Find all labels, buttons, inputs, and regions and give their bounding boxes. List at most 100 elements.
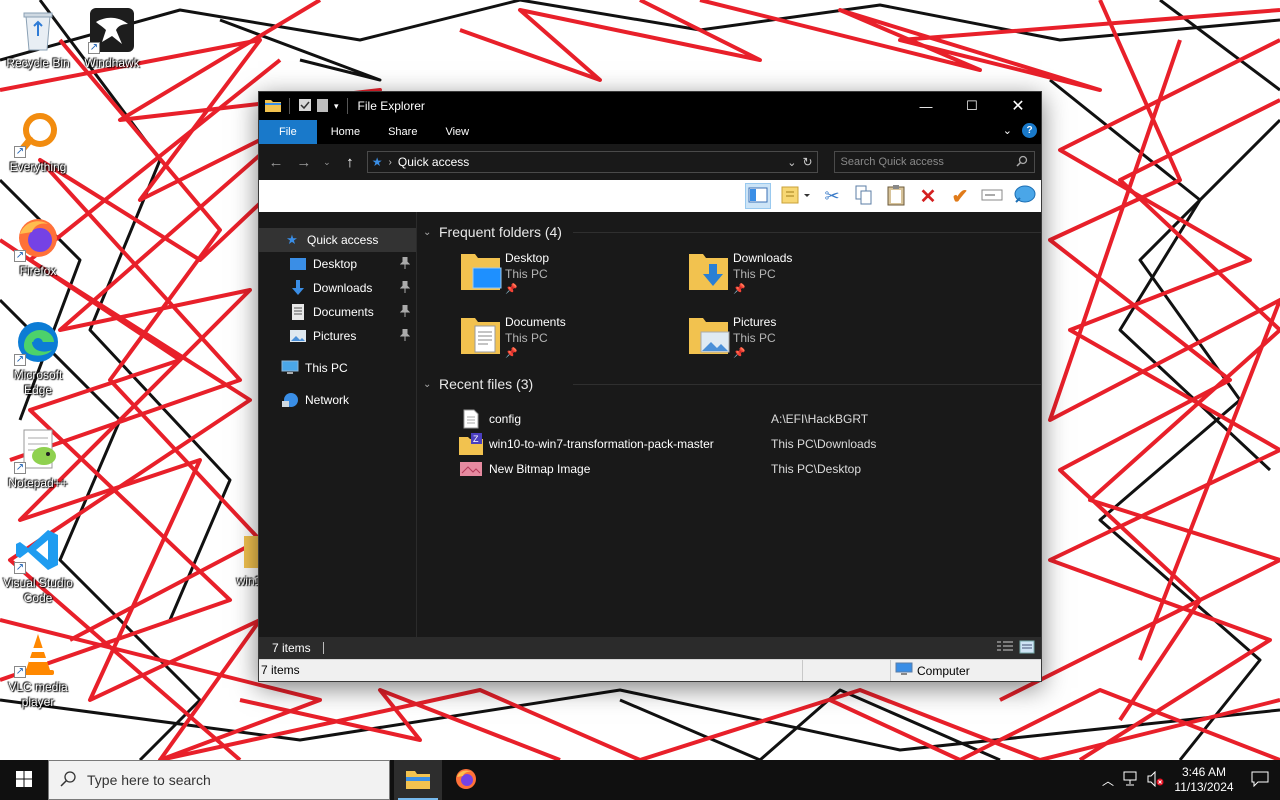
copy-button[interactable] (851, 183, 877, 209)
pin-icon: 📌 (733, 284, 746, 295)
desktop-icon-label: Recycle Bin (6, 56, 70, 70)
navigation-pane-toggle-button[interactable] (745, 183, 771, 209)
divider (573, 232, 1041, 233)
tab-file[interactable]: File (259, 120, 317, 144)
nav-item-pictures[interactable]: Pictures (259, 324, 416, 348)
folder-tile-desktop[interactable]: Desktop This PC 📌 (459, 250, 687, 300)
desktop-icon-vlc[interactable]: ↗ VLC media player (0, 630, 76, 710)
desktop-icon-notepadpp[interactable]: ↗ Notepad++ (0, 426, 76, 491)
folder-tile-pictures[interactable]: Pictures This PC 📌 (687, 314, 915, 364)
taskbar-search-box[interactable]: Type here to search (48, 760, 390, 800)
nav-item-desktop[interactable]: Desktop (259, 252, 416, 276)
tab-view[interactable]: View (431, 120, 483, 144)
desktop-icon-recycle-bin[interactable]: Recycle Bin (0, 6, 76, 71)
organize-button[interactable] (777, 183, 813, 209)
everything-search-icon: ↗ (14, 110, 62, 158)
recent-file-name: New Bitmap Image (489, 461, 591, 476)
properties-button[interactable] (1011, 183, 1037, 209)
windows-logo-icon (16, 770, 32, 790)
up-button[interactable]: ↑ (339, 151, 361, 173)
customize-qat-dropdown-icon[interactable]: ▾ (334, 101, 339, 112)
copy-icon (855, 185, 873, 208)
new-folder-icon[interactable] (316, 98, 330, 115)
pin-icon[interactable] (399, 256, 411, 272)
nav-item-this-pc[interactable]: This PC (259, 356, 416, 380)
computer-icon (895, 662, 913, 679)
desktop-icon-label: Firefox (19, 264, 57, 278)
nav-item-network[interactable]: Network (259, 388, 416, 412)
rename-button[interactable] (979, 183, 1005, 209)
taskbar-app-firefox[interactable] (442, 760, 490, 800)
rename-icon (981, 188, 1003, 205)
clock[interactable]: 3:46 AM 11/13/2024 (1168, 765, 1240, 795)
tab-home[interactable]: Home (317, 120, 374, 144)
desktop-icon-everything[interactable]: ↗ Everything (0, 110, 76, 175)
desktop-icon-firefox[interactable]: ↗ Firefox (0, 214, 76, 279)
folder-tile-documents[interactable]: Documents This PC 📌 (459, 314, 687, 364)
notifications-button[interactable] (1240, 760, 1280, 800)
recent-file-row[interactable]: config A:\EFI\HackBGRT (459, 406, 1041, 431)
desktop-icon-label: Visual Studio Code (3, 576, 73, 605)
show-hidden-icons-button[interactable]: ︿ (1096, 760, 1120, 800)
folder-tile-downloads[interactable]: Downloads This PC 📌 (687, 250, 915, 300)
network-disconnected-icon (1123, 771, 1141, 790)
network-status-button[interactable] (1120, 760, 1144, 800)
tab-share[interactable]: Share (374, 120, 431, 144)
properties-icon[interactable] (298, 98, 312, 115)
large-icons-view-icon[interactable] (1019, 640, 1035, 657)
shortcut-arrow-icon: ↗ (14, 250, 26, 262)
pin-icon[interactable] (399, 328, 411, 344)
search-icon (1016, 155, 1028, 170)
desktop-icon-windhawk[interactable]: ↗ Windhawk (74, 6, 150, 71)
recent-locations-button[interactable]: ⌄ (321, 151, 333, 173)
back-button[interactable]: ← (265, 151, 287, 173)
refresh-icon[interactable]: ↻ (802, 155, 812, 169)
taskbar-app-file-explorer[interactable] (394, 760, 442, 800)
recent-file-row[interactable]: Z win10-to-win7-transformation-pack-mast… (459, 431, 1041, 456)
group-header-recent-files[interactable]: ⌄ Recent files (3) (423, 372, 1041, 396)
pin-icon[interactable] (399, 280, 411, 296)
desktop-icon-edge[interactable]: ↗ Microsoft Edge (0, 318, 76, 398)
recent-file-name: config (489, 411, 522, 426)
divider (322, 642, 324, 654)
help-icon[interactable]: ? (1022, 123, 1037, 138)
zip-folder-icon: Z (459, 432, 483, 455)
breadcrumb[interactable]: Quick access (398, 155, 781, 169)
title-bar[interactable]: ▾ File Explorer — ☐ ✕ (259, 92, 1041, 120)
recent-file-row[interactable]: New Bitmap Image This PC\Desktop (459, 456, 1041, 481)
desktop-icon-label: VLC media player (8, 680, 68, 709)
delete-button[interactable]: ✕ (915, 183, 941, 209)
desktop-icon-vscode[interactable]: ↗ Visual Studio Code (0, 526, 76, 606)
group-header-frequent-folders[interactable]: ⌄ Frequent folders (4) (423, 220, 1041, 244)
expand-ribbon-chevron-icon[interactable]: ⌄ (1003, 124, 1012, 137)
shortcut-arrow-icon: ↗ (14, 666, 26, 678)
divider (289, 98, 290, 114)
divider (573, 384, 1041, 385)
address-bar[interactable]: ★ › Quick access ⌄ ↻ (366, 151, 818, 173)
desktop-folder-icon (459, 250, 503, 294)
frequent-folders-grid: Desktop This PC 📌 Downloads This PC 📌 Do… (423, 244, 1041, 364)
address-dropdown-icon[interactable]: ⌄ (787, 156, 796, 169)
volume-button[interactable] (1144, 760, 1168, 800)
view-switcher (997, 640, 1035, 657)
pin-icon[interactable] (399, 304, 411, 320)
collapse-chevron-icon: ⌄ (423, 226, 432, 238)
search-icon (59, 770, 77, 791)
paste-button[interactable] (883, 183, 909, 209)
nav-item-documents[interactable]: Documents (259, 300, 416, 324)
close-button[interactable]: ✕ (995, 92, 1041, 120)
maximize-button[interactable]: ☐ (949, 92, 995, 120)
nav-item-downloads[interactable]: Downloads (259, 276, 416, 300)
nav-item-quick-access[interactable]: ★ Quick access (259, 228, 416, 252)
notepadpp-icon: ↗ (14, 426, 62, 474)
search-input[interactable]: Search Quick access (833, 151, 1035, 173)
details-view-icon[interactable] (997, 640, 1013, 657)
legacy-status-spacer (803, 660, 891, 681)
tile-location: This PC (733, 267, 776, 281)
forward-button[interactable]: → (293, 151, 315, 173)
start-button[interactable] (0, 760, 48, 800)
tile-name: Downloads (733, 251, 793, 265)
minimize-button[interactable]: — (903, 92, 949, 120)
cut-button[interactable]: ✂ (819, 183, 845, 209)
select-button[interactable]: ✔ (947, 183, 973, 209)
